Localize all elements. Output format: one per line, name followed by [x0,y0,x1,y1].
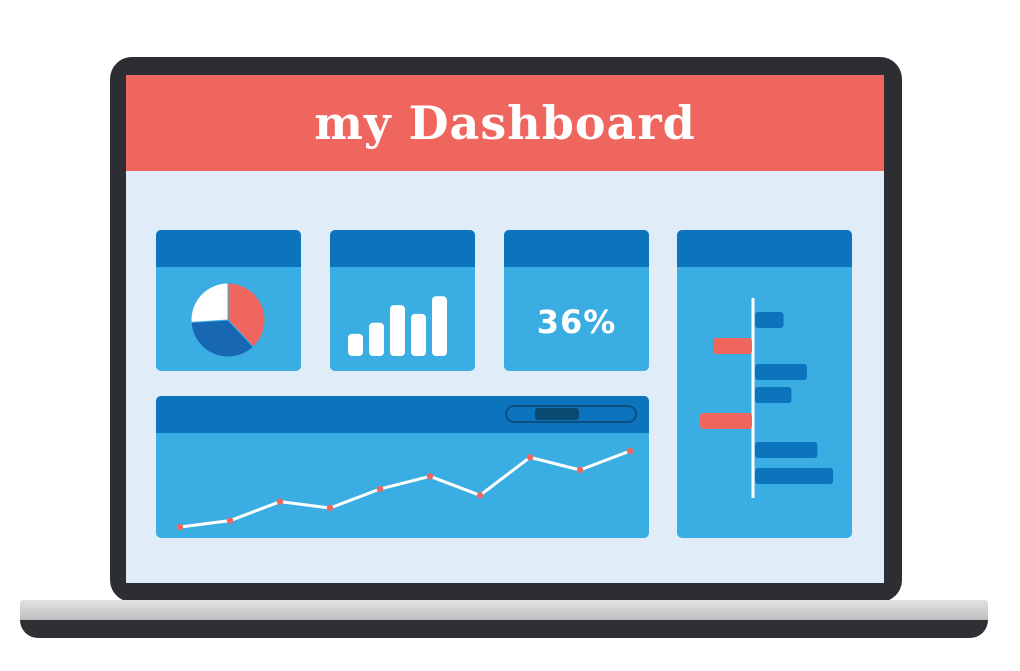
hbar-bar [755,442,818,458]
dashboard-screen: my Dashboard 36% [126,75,884,583]
line-point [326,504,334,512]
hbar-bar [755,387,792,403]
line-point [176,523,184,531]
line-point [276,498,284,505]
dashboard-header: my Dashboard [126,75,884,171]
pie-widget[interactable] [156,230,301,371]
line-point [376,485,384,493]
hbar-bar [755,364,807,380]
bar-chart-bar [369,322,384,356]
line-point [576,466,584,474]
stat-value: 36% [536,303,617,341]
line-point [476,492,484,499]
line-chart-icon [176,447,634,531]
line-widget[interactable] [156,396,649,538]
stat-widget-header [504,230,649,267]
hbar-bar [700,413,752,429]
dashboard-title: my Dashboard [314,96,696,150]
line-point [426,473,434,480]
hbar-bar [755,468,833,484]
pie-chart-icon [190,282,266,358]
hbar-bar [755,312,784,328]
hbar-widget[interactable] [677,230,852,538]
stat-widget[interactable]: 36% [504,230,649,371]
laptop-base [20,600,988,622]
line-point [626,447,634,455]
laptop-base-edge [20,620,988,638]
bar-chart-bar [411,313,426,356]
line-point [526,454,534,461]
bar-chart-bar [390,305,405,356]
pie-slice [190,282,229,323]
line-point [226,517,234,524]
bar-chart-icon [348,296,447,356]
horizontal-bar-chart-icon [700,298,833,498]
hbar-bar [713,338,752,354]
line-series [179,449,631,529]
bar-chart-bar [432,296,447,356]
bar-widget[interactable] [330,230,475,371]
bar-chart-bar [348,333,363,356]
